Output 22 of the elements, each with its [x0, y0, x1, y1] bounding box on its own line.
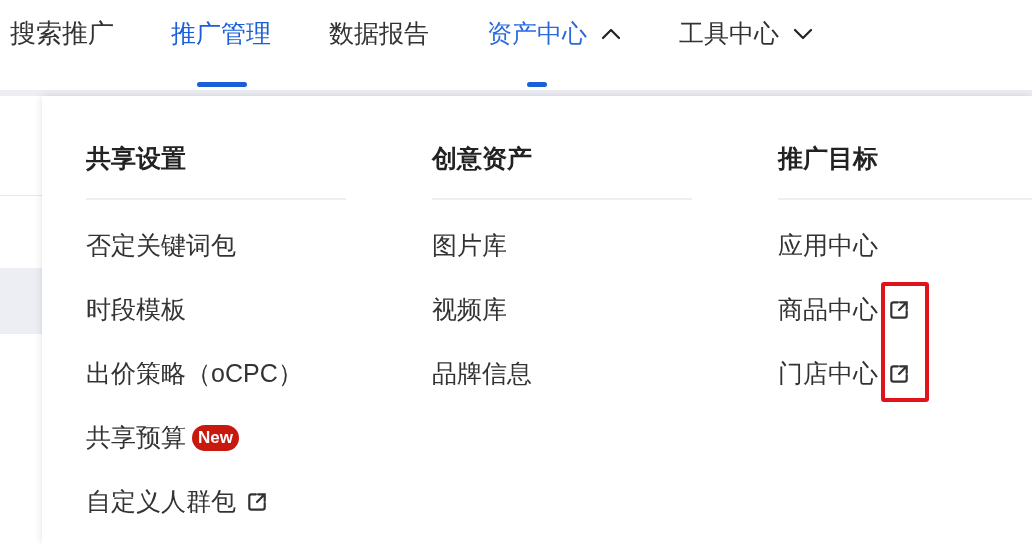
- nav-tab[interactable]: 工具中心: [679, 0, 813, 66]
- menu-item[interactable]: 共享预算: [86, 418, 186, 457]
- nav-tab[interactable]: 数据报告: [329, 0, 429, 66]
- menu-item[interactable]: 自定义人群包: [86, 482, 236, 521]
- product-name: 搜索推广: [10, 17, 114, 50]
- nav-tab[interactable]: 推广管理: [171, 0, 271, 66]
- menu-section-title: 创意资产: [432, 143, 533, 174]
- menu-item[interactable]: 视频库: [432, 290, 507, 329]
- menu-item[interactable]: 出价策略（oCPC）: [86, 354, 303, 393]
- menu-item[interactable]: 商品中心: [778, 290, 878, 329]
- nav-tab[interactable]: 资产中心: [487, 0, 621, 66]
- active-tab-indicator: [197, 82, 247, 87]
- menu-section-title: 共享设置: [86, 143, 187, 174]
- menu-item[interactable]: 图片库: [432, 226, 507, 265]
- menu-item[interactable]: 品牌信息: [432, 354, 532, 393]
- new-badge: New: [192, 424, 239, 451]
- menu-section-title: 推广目标: [778, 143, 879, 174]
- menu-item[interactable]: 应用中心: [778, 226, 878, 265]
- menu-item[interactable]: 门店中心: [778, 354, 878, 393]
- open-tab-indicator: [527, 82, 547, 87]
- menu-item[interactable]: 时段模板: [86, 290, 186, 329]
- menu-item[interactable]: 否定关键词包: [86, 226, 236, 265]
